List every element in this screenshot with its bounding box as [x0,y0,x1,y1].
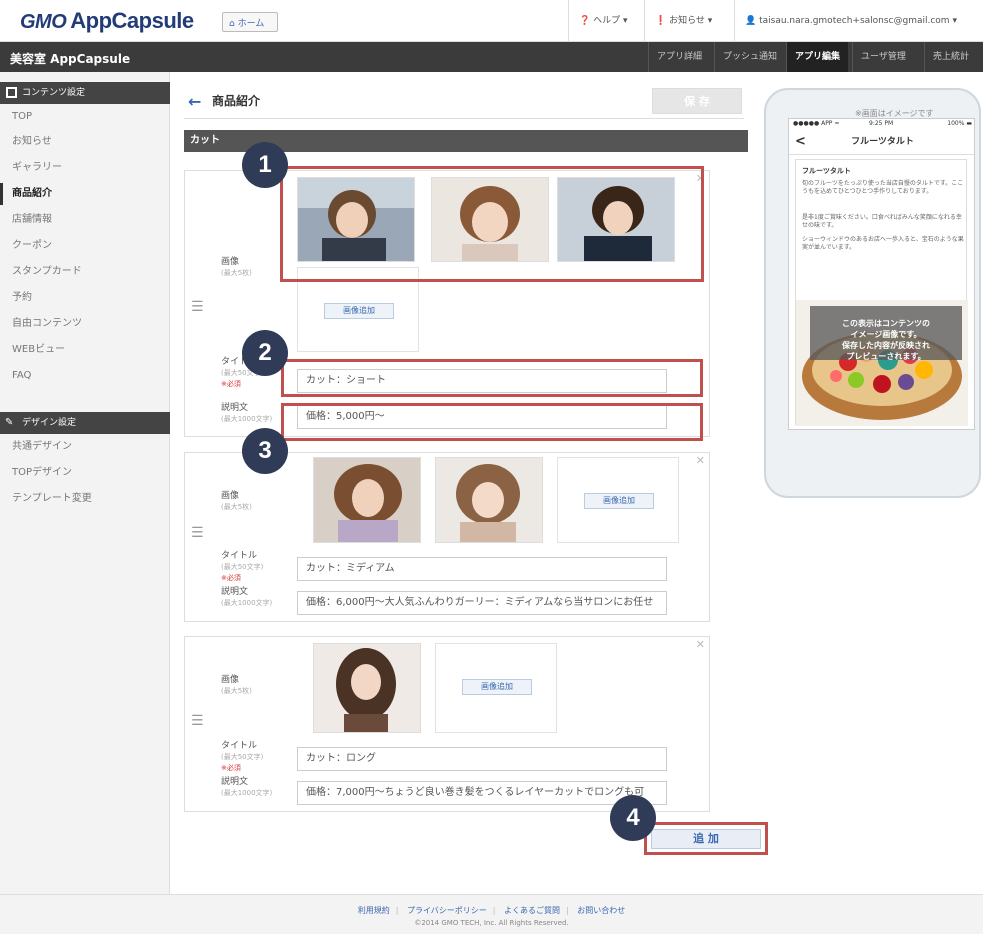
product-image[interactable] [313,457,421,543]
description-input[interactable]: 価格：7,000円〜ちょうど良い巻き髪をつくるレイヤーカットでロングも可 [297,781,667,805]
hair-photo [314,644,420,732]
drag-handle-icon[interactable]: ☰ [191,525,204,541]
callout-badge: 2 [242,330,288,376]
image-label: 画像 (最大5枚) [221,675,252,695]
save-button[interactable]: 保 存 [652,88,742,114]
title-label: タイトル (最大50文字) ※必須 [221,741,264,772]
add-button-highlight: 追 加 [644,822,768,855]
product-image[interactable] [435,457,543,543]
sidebar-item-free-content[interactable]: 自由コンテンツ [0,313,170,335]
tab-push[interactable]: プッシュ通知 [714,42,785,72]
close-icon[interactable]: ✕ [696,638,705,651]
sidebar-item-webview[interactable]: WEBビュー [0,339,170,361]
sidebar-item-shop-info[interactable]: 店舗情報 [0,209,170,231]
design-settings-header: ✎ デザイン設定 [0,412,170,434]
footer-link-contact[interactable]: お問い合わせ [577,906,625,915]
title-input[interactable]: カット：ミディアム [297,557,667,581]
top-header: GMO AppCapsule ⌂ ホーム ❓ ヘルプ ▾ ❗ お知らせ ▾ 👤 t… [0,0,983,42]
footer-link-terms[interactable]: 利用規約 [358,906,390,915]
drag-handle-icon[interactable]: ☰ [191,713,204,729]
callout-box-images [280,166,704,282]
tab-sales[interactable]: 売上統計 [924,42,983,72]
add-image-button[interactable]: 画像追加 [324,303,394,319]
callout-box-description [281,403,703,441]
phone-back-icon: < [795,134,806,149]
close-icon[interactable]: ✕ [696,454,705,467]
phone-body-text: ショーウィンドウのあるお店へ一歩入ると、宝石のような果実が並んでいます。 [802,236,964,251]
sidebar-item-top[interactable]: TOP [0,106,170,128]
hair-photo [436,458,542,542]
phone-content: フルーツタルト 旬のフルーツをたっぷり使った当店自慢のタルトです。ここうもを込め… [795,159,968,426]
copyright: ©2014 GMO TECH, Inc. All Rights Reserved… [414,919,569,927]
help-icon: ❓ [579,16,591,26]
home-icon: ⌂ [229,19,235,29]
title-input[interactable]: カット：ロング [297,747,667,771]
description-label: 説明文 (最大1000文字) [221,777,273,797]
sidebar-item-stamp-card[interactable]: スタンプカード [0,261,170,283]
tab-app-edit[interactable]: アプリ編集 [786,42,849,72]
add-image-area: 画像追加 [435,643,557,733]
add-image-button[interactable]: 画像追加 [462,679,532,695]
hair-photo [314,458,420,542]
home-button[interactable]: ⌂ ホーム [222,12,278,32]
app-name: 美容室 AppCapsule [10,52,131,66]
product-card: ✕ ☰ 画像 (最大5枚) 画像追加 タイトル (最大50文字) ※必須 カット：ミデ… [184,452,710,622]
phone-status-bar: ●●●●● APP ≈ 9:25 PM 100% ▬ [793,120,972,127]
description-label: 説明文 (最大1000文字) [221,403,273,423]
edit-icon [6,87,17,98]
title-label: タイトル (最大50文字) ※必須 [221,551,264,582]
sidebar-item-top-design[interactable]: TOPデザイン [0,462,170,484]
logo[interactable]: GMO AppCapsule [20,8,194,34]
preview-overlay: この表示はコンテンツの イメージ画像です。 保存した内容が反映され プレビューさ… [810,306,962,361]
phone-screen: ●●●●● APP ≈ 9:25 PM 100% ▬ フルーツタルト < フルー… [788,118,975,430]
help-menu[interactable]: ❓ ヘルプ ▾ [568,0,637,42]
sidebar-item-reservation[interactable]: 予約 [0,287,170,309]
notice-menu[interactable]: ❗ お知らせ ▾ [644,0,722,42]
divider [184,118,744,119]
user-icon: 👤 [745,16,757,26]
tab-user-manage[interactable]: ユーザ管理 [852,42,914,72]
sidebar-item-common-design[interactable]: 共通デザイン [0,436,170,458]
back-arrow-icon[interactable]: ← [188,92,201,111]
phone-body-text: 是非1度ご賞味ください。口食べればみんな笑顔になれる幸せの味です。 [802,214,962,229]
page-title: 商品紹介 [212,94,261,108]
sidebar-item-news[interactable]: お知らせ [0,131,170,153]
description-input[interactable]: 価格：6,000円〜大人気ふんわりガーリー：ミディアムなら当サロンにお任せ [297,591,667,615]
sidebar: コンテンツ設定 TOP お知らせ ギャラリー 商品紹介 店舗情報 クーポン スタ… [0,72,170,894]
add-image-button[interactable]: 画像追加 [584,493,654,509]
image-label: 画像 (最大5枚) [221,257,252,277]
sidebar-item-products[interactable]: 商品紹介 [0,183,170,205]
user-menu[interactable]: 👤 taisau.nara.gmotech+salonsc@gmail.com … [734,0,983,42]
callout-badge: 3 [242,428,288,474]
info-icon: ❗ [655,16,667,26]
phone-nav-title: フルーツタルト [789,129,974,155]
product-card: ✕ ☰ 画像 (最大5枚) 画像追加 タイトル (最大50文字) ※必須 カット：ロン… [184,636,710,812]
image-label: 画像 (最大5枚) [221,491,252,511]
paint-icon: ✎ [5,417,14,428]
footer-link-privacy[interactable]: プライバシーポリシー [407,906,487,915]
sidebar-item-coupon[interactable]: クーポン [0,235,170,257]
callout-badge: 1 [242,142,288,188]
drag-handle-icon[interactable]: ☰ [191,299,204,315]
callout-box-title [281,359,703,397]
sidebar-item-faq[interactable]: FAQ [0,365,170,387]
description-label: 説明文 (最大1000文字) [221,587,273,607]
content-settings-header: コンテンツ設定 [0,82,170,104]
add-button[interactable]: 追 加 [651,829,761,849]
add-image-area: 画像追加 [557,457,679,543]
footer-links: 利用規約 | プライバシーポリシー | よくあるご質問 | お問い合わせ [357,906,626,915]
tab-app-detail[interactable]: アプリ詳細 [648,42,710,72]
app-bar: 美容室 AppCapsule アプリ詳細 プッシュ通知 アプリ編集 ユーザ管理 … [0,42,983,72]
product-image[interactable] [313,643,421,733]
footer-link-faq[interactable]: よくあるご質問 [504,906,560,915]
phone-body-text: 旬のフルーツをたっぷり使った当店自慢のタルトです。ここうもを込めてひとつひとつ手… [802,180,964,195]
footer: 利用規約 | プライバシーポリシー | よくあるご質問 | お問い合わせ ©2014 … [0,894,983,934]
phone-subtitle: フルーツタルト [802,167,851,175]
sidebar-item-gallery[interactable]: ギャラリー [0,157,170,179]
callout-badge: 4 [610,795,656,841]
sidebar-item-template-change[interactable]: テンプレート変更 [0,488,170,510]
